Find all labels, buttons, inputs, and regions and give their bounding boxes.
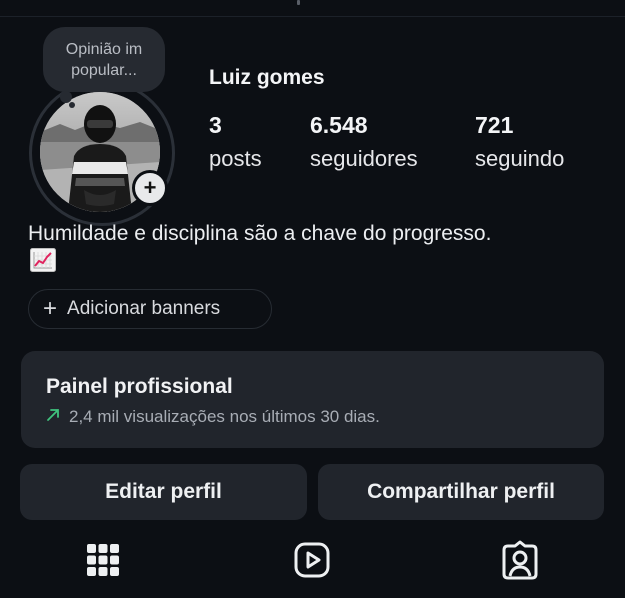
note-bubble-tail-small — [69, 102, 75, 108]
posts-label: posts — [209, 146, 262, 171]
add-banners-label: Adicionar banners — [67, 298, 221, 319]
plus-icon: + — [43, 295, 58, 322]
profile-name: Luiz gomes — [209, 66, 325, 89]
professional-dashboard-title: Painel profissional — [46, 375, 233, 398]
top-tick — [297, 0, 300, 5]
edit-profile-button[interactable]: Editar perfil — [20, 464, 307, 520]
stat-following[interactable]: 721 seguindo — [475, 111, 564, 175]
bio-text: Humildade e disciplina são a chave do pr… — [28, 222, 492, 245]
reels-icon — [294, 542, 330, 578]
arrow-up-right-icon — [46, 407, 60, 427]
stat-posts[interactable]: 3 posts — [209, 111, 262, 175]
tab-reels[interactable] — [292, 540, 332, 580]
share-profile-button[interactable]: Compartilhar perfil — [318, 464, 604, 520]
plus-icon: + — [143, 175, 157, 200]
add-story-button[interactable]: + — [132, 170, 168, 206]
grid-icon — [87, 544, 119, 576]
chart-increasing-icon — [30, 248, 56, 272]
profile-page: + Opinião im popular... Luiz gomes 3 pos… — [0, 0, 625, 598]
followers-count: 6.548 — [310, 112, 368, 138]
note-bubble[interactable]: Opinião im popular... — [43, 27, 165, 92]
note-text: Opinião im popular... — [65, 40, 143, 79]
followers-label: seguidores — [310, 146, 418, 171]
following-count: 721 — [475, 112, 514, 138]
tab-tagged[interactable] — [500, 540, 540, 580]
views-summary: 2,4 mil visualizações nos últimos 30 dia… — [69, 407, 380, 426]
following-label: seguindo — [475, 146, 565, 171]
add-banners-button[interactable]: + Adicionar banners — [28, 289, 272, 329]
tab-posts-grid[interactable] — [83, 540, 123, 580]
stat-followers[interactable]: 6.548 seguidores — [310, 111, 418, 175]
professional-dashboard-subtitle: 2,4 mil visualizações nos últimos 30 dia… — [46, 407, 380, 427]
tagged-person-icon — [502, 540, 538, 580]
professional-dashboard-card[interactable]: Painel profissional 2,4 mil visualizaçõe… — [21, 351, 604, 448]
header-divider — [0, 16, 625, 17]
posts-count: 3 — [209, 112, 222, 138]
